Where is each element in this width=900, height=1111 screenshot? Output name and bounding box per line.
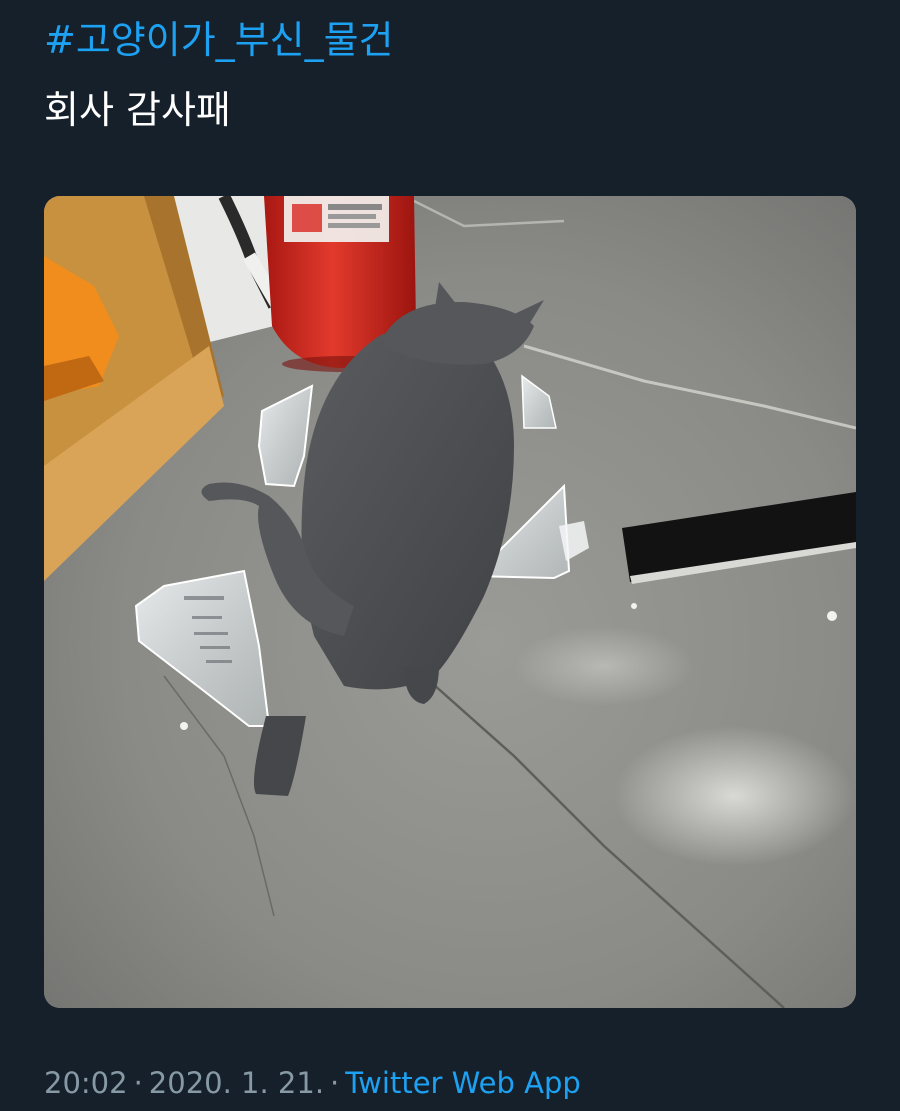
photo-illustration (44, 196, 856, 1008)
tweet-source-link[interactable]: Twitter Web App (345, 1066, 581, 1100)
meta-separator: · (133, 1066, 143, 1100)
tweet-text: 회사 감사패 (44, 88, 231, 132)
glass-chip (631, 603, 637, 609)
glass-chip (180, 722, 188, 730)
floor-light-reflection (614, 726, 854, 866)
tweet-time-link[interactable]: 20:02 (44, 1066, 128, 1100)
glass-chip (827, 611, 837, 621)
tweet-date-link[interactable]: 2020. 1. 21. (149, 1066, 324, 1100)
tweet-photo[interactable] (44, 196, 856, 1008)
meta-separator: · (330, 1066, 340, 1100)
floor-light-reflection (514, 626, 694, 706)
tweet-hashtag-link[interactable]: #고양이가_부신_물건 (44, 14, 394, 66)
tweet-metadata: 20:02 · 2020. 1. 21. · Twitter Web App (44, 1062, 581, 1104)
